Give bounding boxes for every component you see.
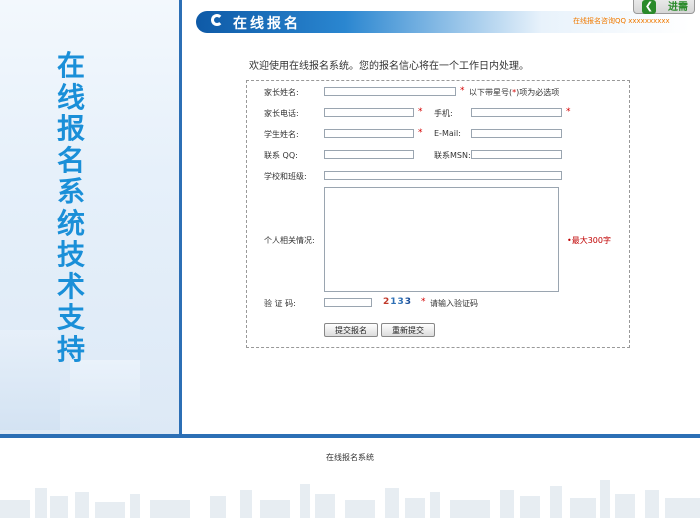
student-name-label: 学生姓名:	[264, 130, 299, 139]
welcome-text: 欢迎使用在线报名系统。您的报名信心将在一个工作日内处理。	[249, 61, 529, 72]
captcha-image[interactable]: 2133	[383, 297, 412, 307]
info-label: 个人相关情况:	[264, 236, 315, 245]
captcha-char: 1	[390, 297, 398, 307]
captcha-char: 3	[404, 297, 413, 307]
footer-divider	[0, 434, 700, 438]
parent-phone-label: 家长电话:	[264, 109, 299, 118]
email-label: E-Mail:	[434, 129, 461, 138]
left-panel: 在线报名系统技术支持	[0, 0, 182, 434]
required-note: 以下带星号(*)项为必选项	[469, 87, 559, 98]
required-star: *	[421, 297, 426, 307]
captcha-hint: 请输入验证码	[430, 299, 478, 308]
footer-text: 在线报名系统	[326, 453, 374, 462]
required-note-post: )项为必选项	[516, 88, 560, 97]
mobile-input[interactable]	[471, 108, 562, 117]
required-star: *	[566, 107, 571, 117]
captcha-input[interactable]	[324, 298, 372, 307]
required-note-pre: 以下带星号(	[469, 88, 513, 97]
required-star: *	[460, 86, 465, 96]
email-input[interactable]	[471, 129, 562, 138]
parent-name-input[interactable]	[324, 87, 456, 96]
qq-label: 联系 QQ:	[264, 151, 298, 160]
page: 在线报名系统技术支持 在线报名 在线报名咨询QQ xxxxxxxxxx 进需 ❮…	[0, 0, 700, 518]
required-star: *	[418, 128, 423, 138]
captcha-char: 3	[397, 297, 405, 307]
back-arrow-icon: ❮	[642, 0, 656, 14]
vertical-divider	[179, 0, 182, 434]
sidebar-title: 在线报名系统技术支持	[56, 49, 85, 366]
info-textarea[interactable]	[324, 187, 559, 292]
mobile-label: 手机:	[434, 109, 453, 118]
student-name-input[interactable]	[324, 129, 414, 138]
required-star: *	[418, 107, 423, 117]
captcha-label: 验 证 码:	[264, 299, 296, 308]
msn-label: 联系MSN:	[434, 151, 471, 160]
parent-phone-input[interactable]	[324, 108, 414, 117]
max-length-note: •最大300字	[567, 236, 611, 245]
parent-name-label: 家长姓名:	[264, 88, 299, 97]
qq-input[interactable]	[324, 150, 414, 159]
decor-block	[0, 330, 60, 430]
ring-icon	[211, 14, 223, 26]
decor-block	[70, 360, 140, 430]
reset-button[interactable]: 重新提交	[381, 323, 435, 337]
school-label: 学校和班级:	[264, 172, 307, 181]
school-input[interactable]	[324, 171, 562, 180]
city-skyline-image	[0, 480, 700, 518]
page-title: 在线报名	[233, 16, 301, 32]
msn-input[interactable]	[471, 150, 562, 159]
submit-button[interactable]: 提交报名	[324, 323, 378, 337]
contact-qq-text: 在线报名咨询QQ xxxxxxxxxx	[573, 17, 670, 25]
